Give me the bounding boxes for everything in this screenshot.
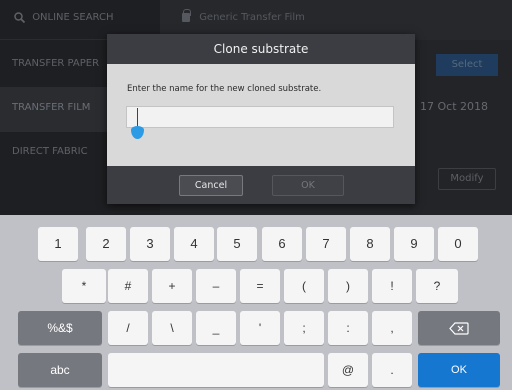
symbols-key[interactable]: %&$ bbox=[18, 311, 102, 345]
key-at[interactable]: @ bbox=[328, 353, 368, 387]
search-icon bbox=[14, 12, 25, 23]
sidebar-item-label: ONLINE SEARCH bbox=[32, 12, 114, 23]
key-minus[interactable]: – bbox=[196, 269, 236, 303]
substrate-name-input[interactable] bbox=[126, 106, 394, 128]
substrate-name: Generic Transfer Film bbox=[199, 12, 305, 23]
sidebar-item-label: TRANSFER FILM bbox=[12, 102, 91, 113]
key-slash[interactable]: / bbox=[108, 311, 148, 345]
key-0[interactable]: 0 bbox=[438, 227, 478, 261]
dialog-message: Enter the name for the new cloned substr… bbox=[127, 84, 322, 94]
key-semicolon[interactable]: ; bbox=[284, 311, 324, 345]
space-key[interactable] bbox=[108, 353, 324, 387]
key-2[interactable]: 2 bbox=[86, 227, 126, 261]
key-1[interactable]: 1 bbox=[38, 227, 78, 261]
lock-icon bbox=[182, 8, 191, 22]
key-5[interactable]: 5 bbox=[217, 227, 257, 261]
key-4[interactable]: 4 bbox=[174, 227, 214, 261]
key-8[interactable]: 8 bbox=[350, 227, 390, 261]
key-exclamation[interactable]: ! bbox=[372, 269, 412, 303]
key-plus[interactable]: + bbox=[152, 269, 192, 303]
modify-button[interactable]: Modify bbox=[438, 168, 496, 190]
key-9[interactable]: 9 bbox=[394, 227, 434, 261]
backspace-key[interactable] bbox=[418, 311, 500, 345]
sidebar-item-label: DIRECT FABRIC bbox=[12, 146, 88, 157]
keyboard-ok-key[interactable]: OK bbox=[418, 353, 500, 387]
key-open-paren[interactable]: ( bbox=[284, 269, 324, 303]
backspace-icon bbox=[449, 322, 469, 335]
key-equals[interactable]: = bbox=[240, 269, 280, 303]
key-asterisk[interactable]: * bbox=[62, 269, 106, 303]
key-backslash[interactable]: \ bbox=[152, 311, 192, 345]
key-question[interactable]: ? bbox=[416, 269, 458, 303]
select-button[interactable]: Select bbox=[436, 54, 498, 76]
key-close-paren[interactable]: ) bbox=[328, 269, 368, 303]
on-screen-keyboard: 1 2 3 4 5 6 7 8 9 0 * # + – = ( ) ! ? %&… bbox=[0, 215, 512, 390]
key-6[interactable]: 6 bbox=[262, 227, 302, 261]
key-colon[interactable]: : bbox=[328, 311, 368, 345]
abc-key[interactable]: abc bbox=[18, 353, 102, 387]
ok-button[interactable]: OK bbox=[272, 175, 344, 196]
key-3[interactable]: 3 bbox=[130, 227, 170, 261]
clone-substrate-dialog: Clone substrate Enter the name for the n… bbox=[107, 34, 415, 204]
sidebar-item-label: TRANSFER PAPER bbox=[12, 58, 100, 69]
dialog-title: Clone substrate bbox=[107, 34, 415, 64]
date-label: 17 Oct 2018 bbox=[420, 100, 489, 113]
dialog-footer: Cancel OK bbox=[107, 166, 415, 204]
key-hash[interactable]: # bbox=[108, 269, 148, 303]
key-comma[interactable]: , bbox=[372, 311, 412, 345]
key-underscore[interactable]: _ bbox=[196, 311, 236, 345]
key-apostrophe[interactable]: ' bbox=[240, 311, 280, 345]
cancel-button[interactable]: Cancel bbox=[179, 175, 243, 196]
key-period[interactable]: . bbox=[372, 353, 412, 387]
key-7[interactable]: 7 bbox=[306, 227, 346, 261]
text-cursor bbox=[137, 108, 138, 128]
cursor-handle[interactable] bbox=[131, 126, 144, 139]
